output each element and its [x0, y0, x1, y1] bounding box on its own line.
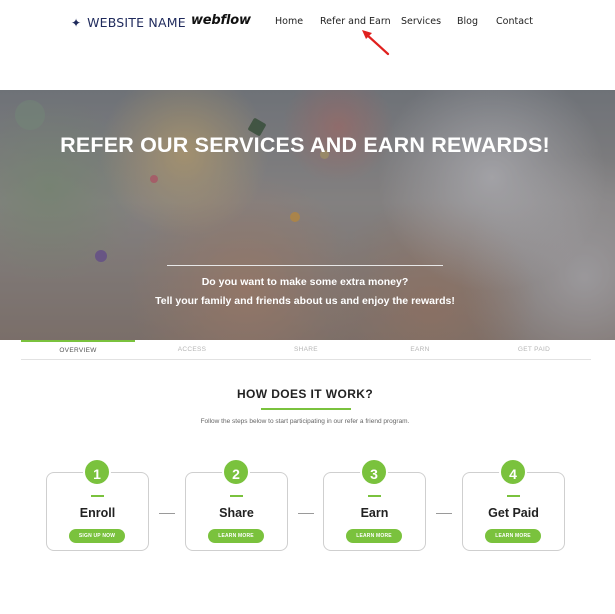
- step-divider: [230, 495, 243, 497]
- learn-more-button[interactable]: LEARN MORE: [208, 529, 264, 543]
- hero-title: REFER OUR SERVICES AND EARN REWARDS!: [60, 133, 550, 157]
- nav-blog[interactable]: Blog: [457, 16, 478, 27]
- red-arrow-icon: [362, 30, 390, 56]
- step-divider: [91, 495, 104, 497]
- tab-share[interactable]: SHARE: [249, 340, 363, 359]
- section-title: HOW DOES IT WORK?: [236, 387, 374, 401]
- learn-more-button[interactable]: LEARN MORE: [485, 529, 541, 543]
- main-nav: Home Refer and Earn Services Blog Contac…: [0, 16, 615, 30]
- step-connector: [436, 513, 452, 514]
- step-number-badge: 4: [499, 458, 527, 486]
- nav-services[interactable]: Services: [401, 16, 441, 27]
- section-description: Follow the steps below to start particip…: [200, 418, 410, 425]
- step-number-badge: 2: [222, 458, 250, 486]
- section-divider: [261, 408, 351, 410]
- hero-subtitle-line2: Tell your family and friends about us an…: [155, 295, 455, 307]
- step-connector: [298, 513, 314, 514]
- tab-earn[interactable]: EARN: [363, 340, 477, 359]
- learn-more-button[interactable]: LEARN MORE: [346, 529, 402, 543]
- sign-up-now-button[interactable]: SIGN UP NOW: [69, 529, 125, 543]
- hero-divider: [167, 265, 443, 266]
- step-number-badge: 1: [83, 458, 111, 486]
- nav-home[interactable]: Home: [275, 16, 303, 27]
- tab-get-paid[interactable]: GET PAID: [477, 340, 591, 359]
- tab-overview[interactable]: OVERVIEW: [21, 340, 135, 359]
- step-title: Share: [219, 506, 254, 520]
- step-divider: [507, 495, 520, 497]
- step-title: Enroll: [79, 506, 116, 520]
- tab-access[interactable]: ACCESS: [135, 340, 249, 359]
- step-title: Earn: [360, 506, 389, 520]
- step-number-badge: 3: [360, 458, 388, 486]
- hero-subtitle-line1: Do you want to make some extra money?: [201, 276, 409, 288]
- tab-bar: OVERVIEW ACCESS SHARE EARN GET PAID: [21, 340, 591, 360]
- step-connector: [159, 513, 175, 514]
- step-title: Get Paid: [488, 506, 539, 520]
- step-divider: [368, 495, 381, 497]
- site-header: ✦ WEBSITE NAME webflow Home Refer and Ea…: [0, 0, 615, 90]
- nav-contact[interactable]: Contact: [496, 16, 533, 27]
